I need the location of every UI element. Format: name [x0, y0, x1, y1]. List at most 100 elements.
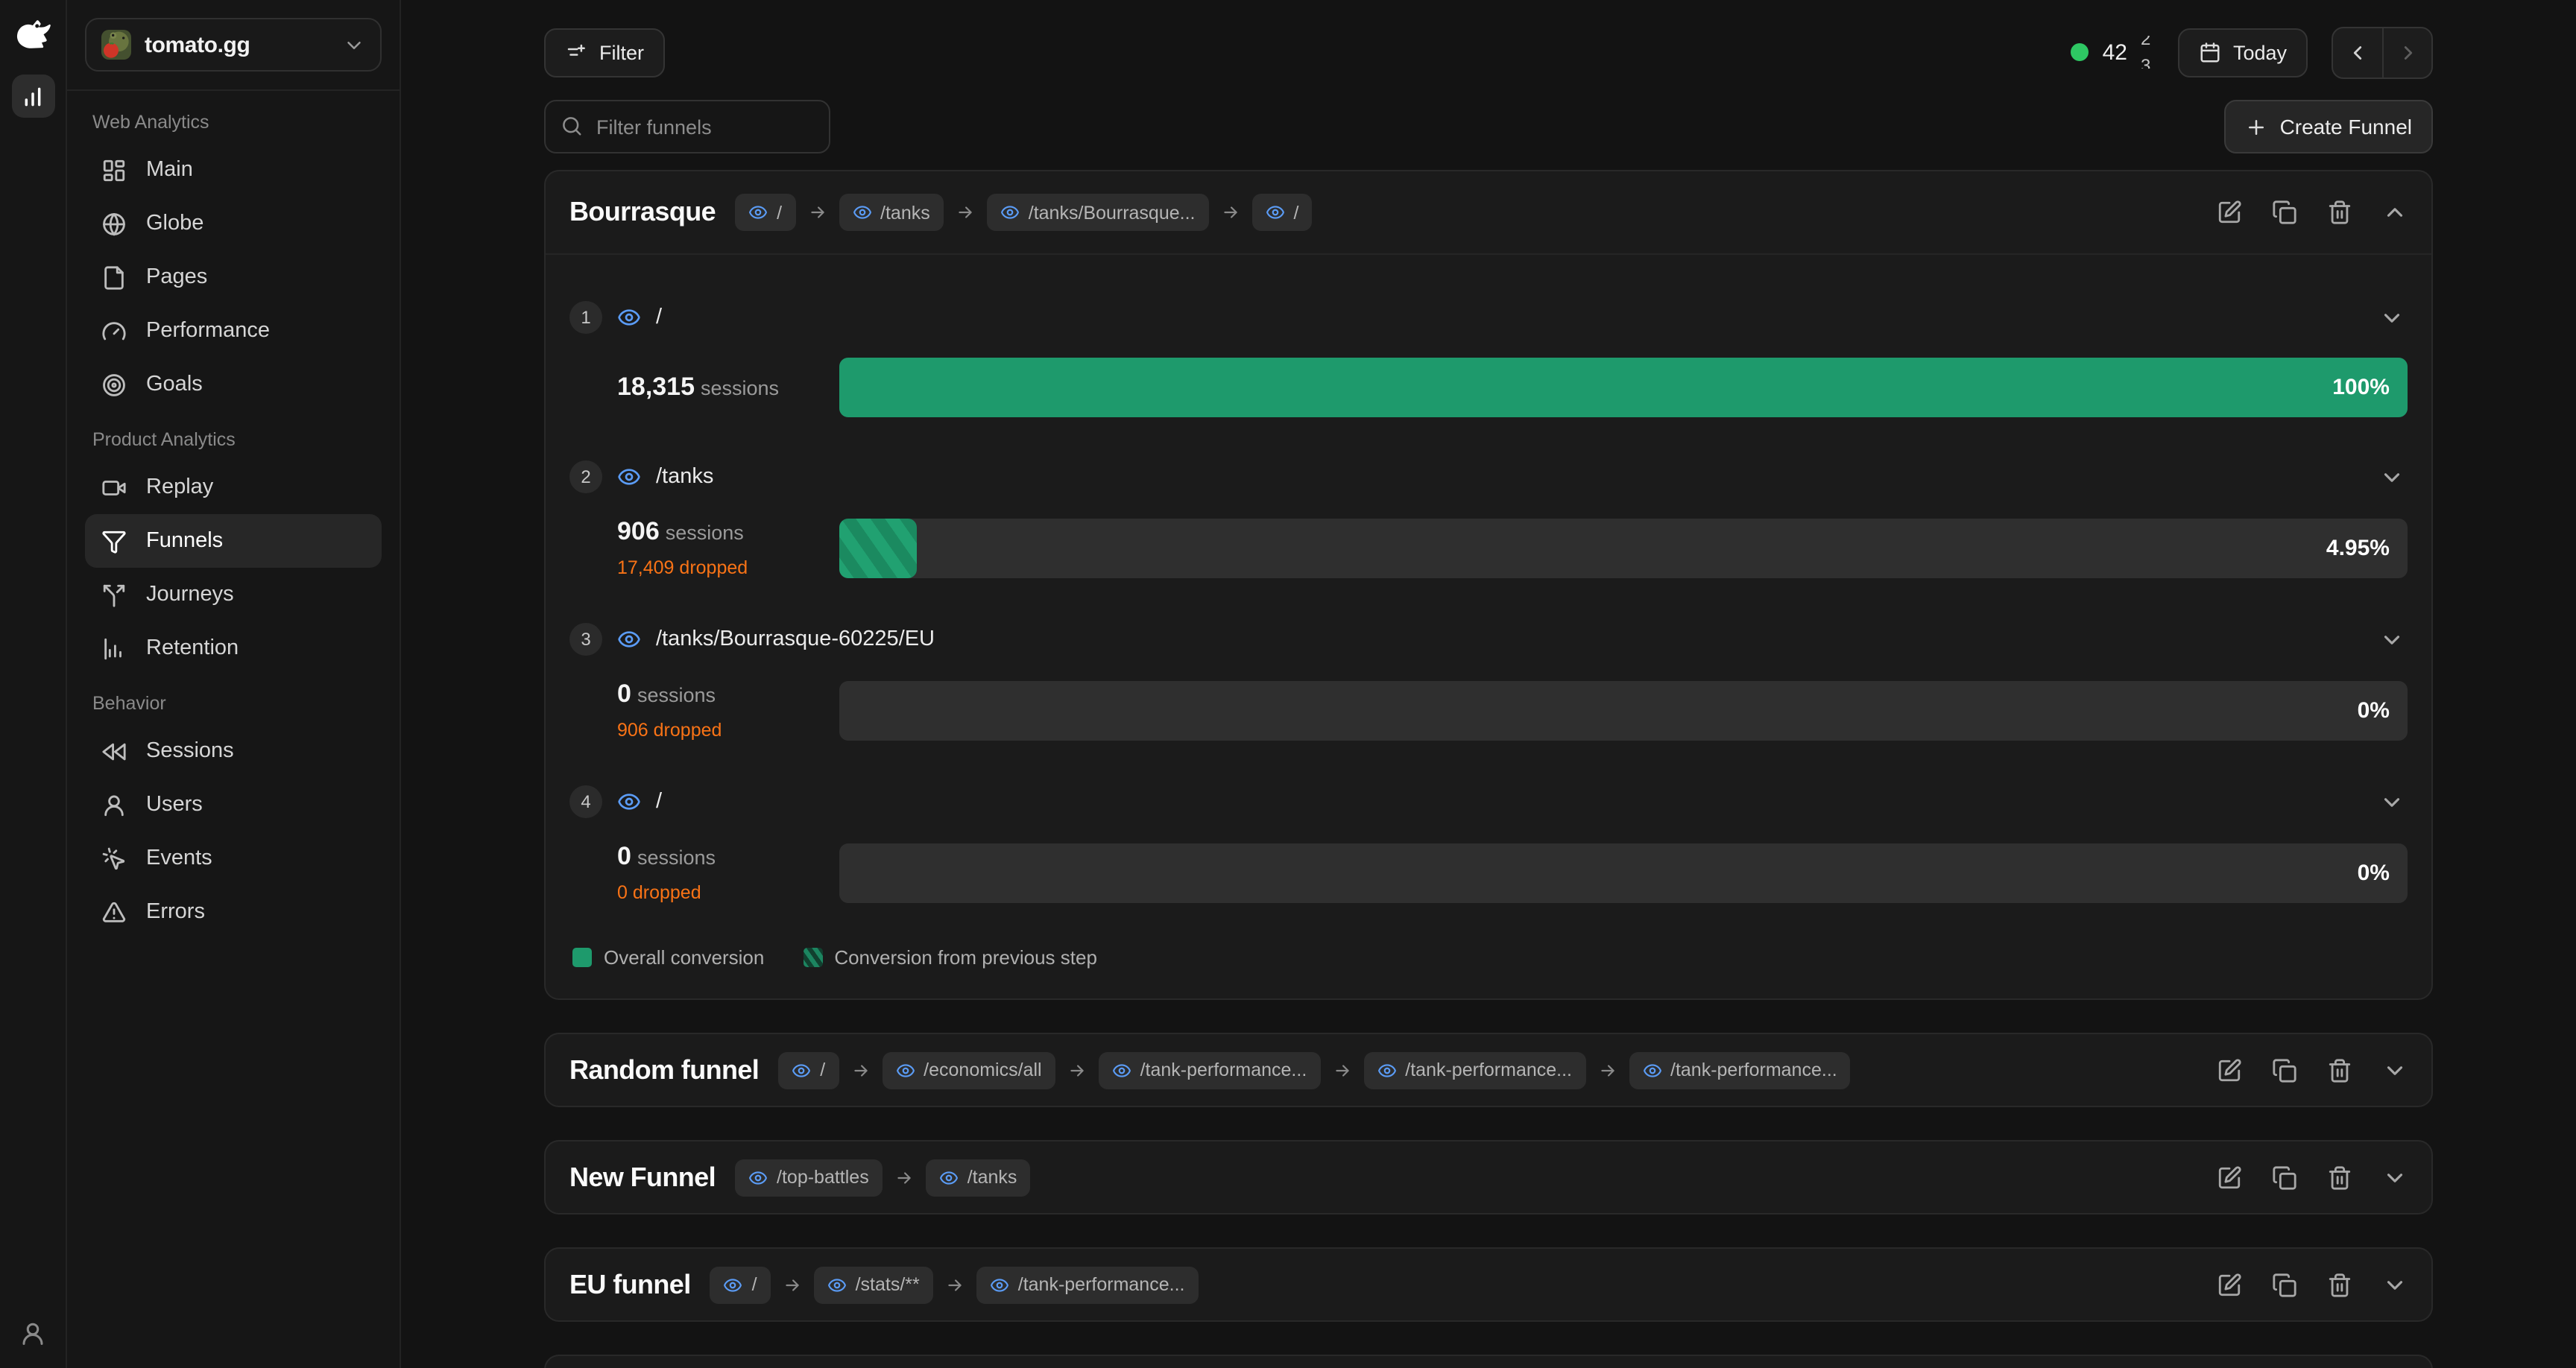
- workspace-selector-wrap: tomato.gg: [67, 0, 400, 91]
- dashboard-icon: [101, 157, 127, 183]
- sidebar-item-users[interactable]: Users: [85, 778, 382, 832]
- delete-funnel-button[interactable]: [2327, 200, 2352, 225]
- delete-funnel-button[interactable]: [2327, 1272, 2352, 1297]
- date-range-label: Today: [2233, 41, 2287, 63]
- funnel-step: 3 /tanks/Bourrasque-60225/EU 0sessions 9…: [569, 621, 2408, 742]
- funnel-card-header: Random funnel / /economics/all /tank-per…: [546, 1034, 2431, 1106]
- funnel-pills: / /tanks /tanks/Bourrasque... /: [735, 194, 1312, 231]
- sidebar-item-performance[interactable]: Performance: [85, 304, 382, 358]
- expand-funnel-button[interactable]: [2382, 1057, 2408, 1083]
- sidebar-item-replay[interactable]: Replay: [85, 460, 382, 514]
- target-icon: [101, 372, 127, 397]
- delete-funnel-button[interactable]: [2327, 1165, 2352, 1190]
- edit-funnel-button[interactable]: [2217, 200, 2242, 225]
- funnels-toolbar: Create Funnel: [544, 100, 2433, 153]
- session-unit: sessions: [637, 846, 716, 869]
- gauge-icon: [101, 318, 127, 343]
- expand-step-button[interactable]: [2379, 465, 2405, 490]
- funnel-step-pill: /: [778, 1051, 839, 1089]
- sidebar-item-sessions[interactable]: Sessions: [85, 724, 382, 778]
- user-icon[interactable]: [19, 1320, 46, 1347]
- sidebar-item-errors[interactable]: Errors: [85, 885, 382, 939]
- edit-funnel-button[interactable]: [2217, 1272, 2242, 1297]
- session-unit: sessions: [701, 377, 779, 399]
- date-range-button[interactable]: Today: [2178, 28, 2308, 77]
- step-number: 4: [569, 785, 602, 818]
- funnel-actions: [2196, 200, 2408, 225]
- delete-funnel-button[interactable]: [2327, 1057, 2352, 1083]
- sidebar-item-goals[interactable]: Goals: [85, 358, 382, 411]
- filter-button[interactable]: Filter: [544, 28, 665, 77]
- copy-icon: [2272, 200, 2297, 225]
- sidebar-item-pages[interactable]: Pages: [85, 250, 382, 304]
- step-path: /tanks/Bourrasque-60225/EU: [656, 627, 935, 651]
- legend-swatch-striped: [803, 948, 822, 967]
- expand-funnel-button[interactable]: [2382, 1165, 2408, 1190]
- dropped-count: 0 dropped: [617, 882, 839, 905]
- create-funnel-button[interactable]: Create Funnel: [2225, 100, 2433, 153]
- sidebar-item-events[interactable]: Events: [85, 832, 382, 885]
- duplicate-funnel-button[interactable]: [2272, 1057, 2297, 1083]
- video-icon: [101, 475, 127, 500]
- session-count: 18,315: [617, 373, 695, 401]
- arrow-right-icon: [850, 1060, 870, 1080]
- collapse-funnel-button[interactable]: [2382, 200, 2408, 225]
- prev-period-button[interactable]: [2333, 28, 2382, 77]
- plus-icon: [2246, 115, 2268, 138]
- workspace-name: tomato.gg: [145, 32, 329, 57]
- funnel-search: [544, 100, 830, 153]
- duplicate-funnel-button[interactable]: [2272, 200, 2297, 225]
- trash-icon: [2327, 1165, 2352, 1190]
- funnel-pills: / /stats/** /tank-performance...: [710, 1266, 1199, 1303]
- funnel-step: 1 / 18,315sessions 100%: [569, 300, 2408, 417]
- sidebar-item-label: Performance: [146, 319, 270, 343]
- bar-chart-icon: [21, 84, 45, 108]
- sidebar-item-journeys[interactable]: Journeys: [85, 568, 382, 621]
- eye-icon: [748, 1168, 768, 1187]
- sidebar-item-globe[interactable]: Globe: [85, 197, 382, 250]
- next-period-button[interactable]: [2382, 28, 2431, 77]
- cursor-click-icon: [101, 846, 127, 871]
- eye-icon: [1642, 1060, 1661, 1080]
- eye-icon: [852, 203, 871, 222]
- funnel-pills: /top-battles /tanks: [735, 1159, 1030, 1196]
- duplicate-funnel-button[interactable]: [2272, 1272, 2297, 1297]
- eye-icon: [895, 1060, 915, 1080]
- sidebar-item-label: Retention: [146, 636, 239, 660]
- conversion-pct: 100%: [2332, 375, 2390, 400]
- funnel-actions: [2196, 1272, 2408, 1297]
- expand-step-button[interactable]: [2379, 305, 2405, 331]
- duplicate-funnel-button[interactable]: [2272, 1165, 2297, 1190]
- sidebar-item-main[interactable]: Main: [85, 143, 382, 197]
- funnel-card-header: New Funnel /top-battles /tanks: [546, 1141, 2431, 1213]
- funnel-step-pill: /tank-performance...: [1363, 1051, 1585, 1089]
- pill-label: /tanks: [967, 1167, 1017, 1188]
- expand-step-button[interactable]: [2379, 627, 2405, 653]
- search-input[interactable]: [544, 100, 830, 153]
- chevron-down-icon: [2382, 1165, 2408, 1190]
- analytics-app-tab[interactable]: [11, 75, 54, 118]
- eye-icon: [617, 305, 641, 329]
- funnel-actions: [2196, 1057, 2408, 1083]
- workspace-selector[interactable]: tomato.gg: [85, 18, 382, 72]
- arrow-right-icon: [783, 1275, 802, 1294]
- edit-funnel-button[interactable]: [2217, 1057, 2242, 1083]
- live-count: 42: [2103, 39, 2127, 65]
- main-content: Filter 42 2 3 Today: [401, 0, 2576, 1368]
- conversion-bar: 0%: [839, 843, 2408, 903]
- copy-icon: [2272, 1165, 2297, 1190]
- edit-funnel-button[interactable]: [2217, 1165, 2242, 1190]
- live-visitors: 42 2 3: [2071, 36, 2154, 69]
- expand-step-button[interactable]: [2379, 790, 2405, 815]
- funnel-card: New Funnel /top-battles /tanks: [544, 1140, 2433, 1215]
- sidebar-item-retention[interactable]: Retention: [85, 621, 382, 675]
- expand-funnel-button[interactable]: [2382, 1272, 2408, 1297]
- arrow-right-icon: [1332, 1060, 1351, 1080]
- sidebar-nav: Web Analytics Main Globe Pages Performan…: [67, 91, 400, 939]
- funnel-step-pill: /stats/**: [814, 1266, 933, 1303]
- sidebar-item-funnels[interactable]: Funnels: [85, 514, 382, 568]
- funnel-step-pill: /top-battles: [735, 1159, 883, 1196]
- funnel-step-pill: /tank-performance...: [976, 1266, 1199, 1303]
- funnel-card: New Funnel Homepage page-visit*: [544, 1355, 2433, 1368]
- session-count: 0: [617, 680, 631, 708]
